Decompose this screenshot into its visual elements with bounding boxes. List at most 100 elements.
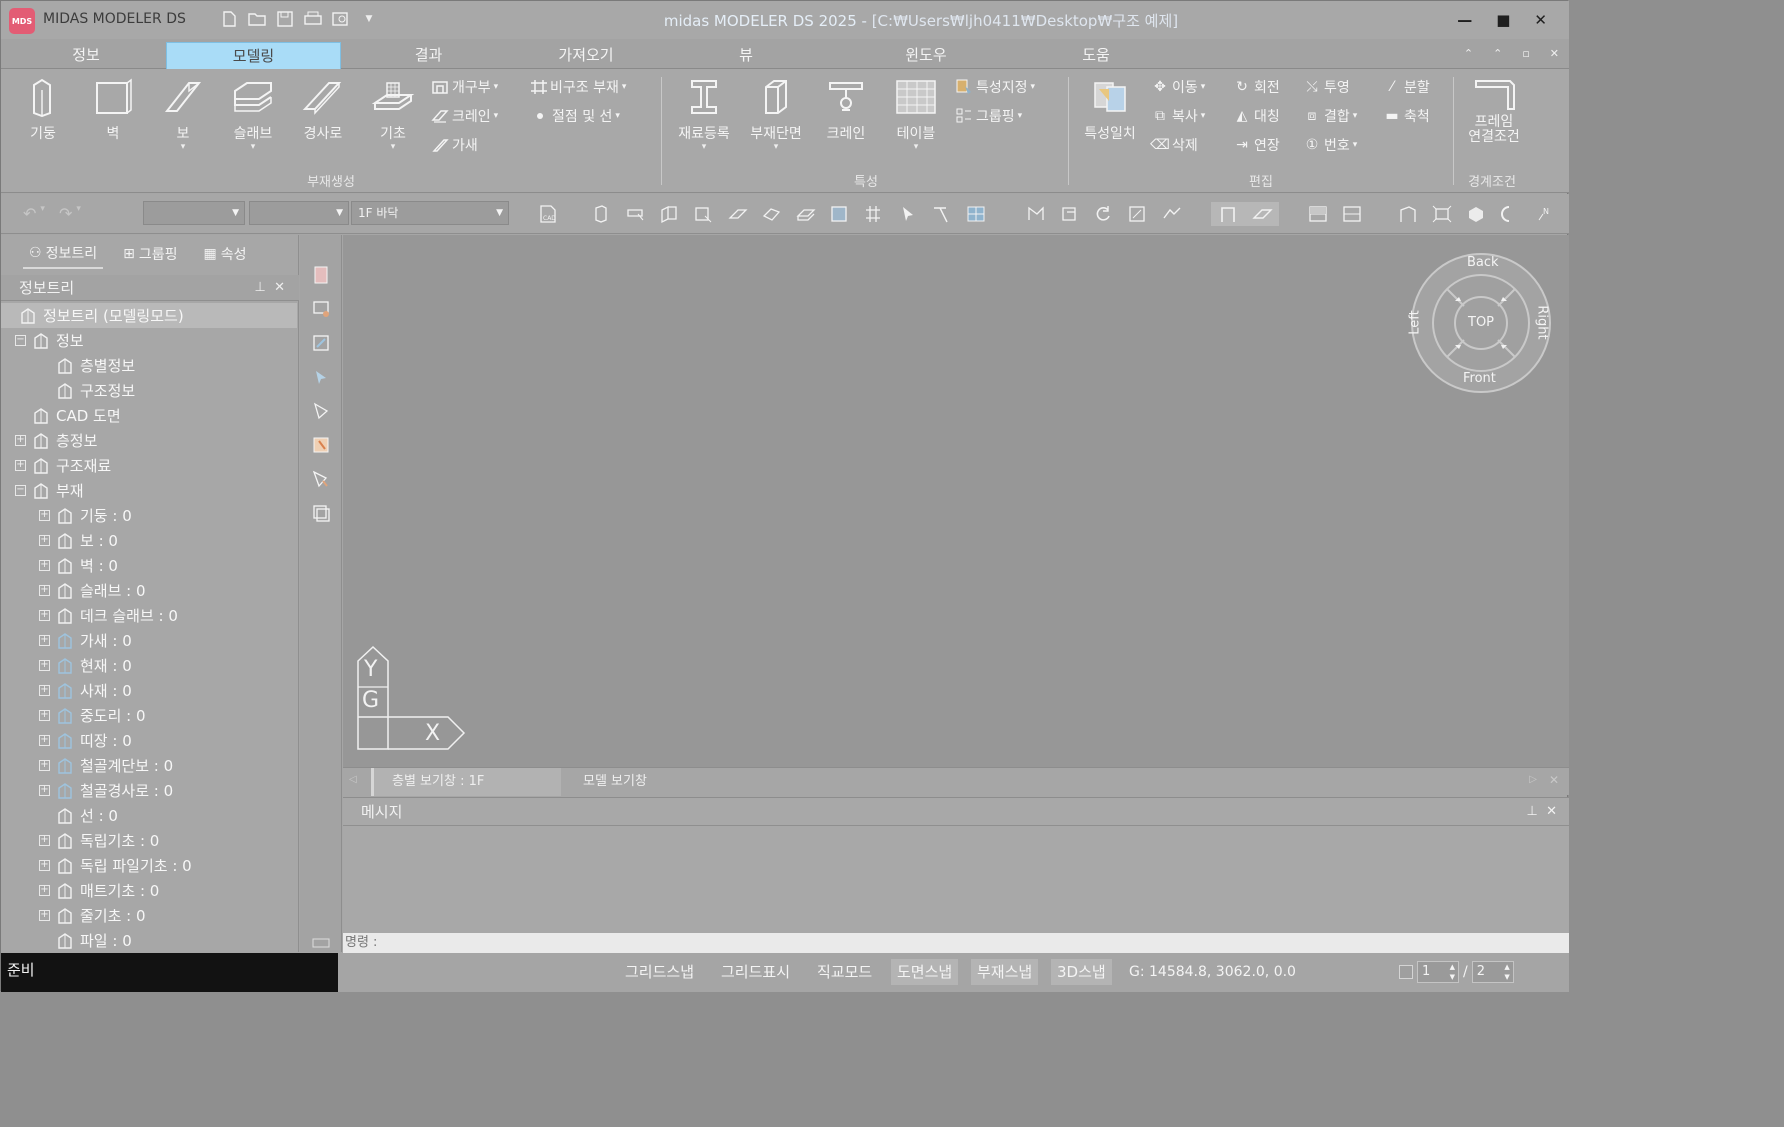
page-current-input[interactable]: 1 ▲ ▼ xyxy=(1417,961,1459,983)
floor-select[interactable]: 1F 바닥 ▼ xyxy=(351,201,509,225)
table-button[interactable]: 테이블 ▾ xyxy=(885,75,947,152)
ribbon-close-icon[interactable]: ✕ xyxy=(1550,47,1559,60)
member-snap-toggle[interactable]: 부재스냅 xyxy=(971,959,1039,985)
tab-view[interactable]: 뷰 xyxy=(671,42,821,70)
tree-item[interactable]: − 정보 xyxy=(15,328,84,353)
tree-item[interactable]: + 현재 : 0 xyxy=(39,653,132,678)
node-line-button[interactable]: 절점 및 선 ▾ xyxy=(531,106,620,126)
tree-item[interactable]: 파일 : 0 xyxy=(39,928,132,953)
tree-item[interactable]: + 독립기초 : 0 xyxy=(39,828,159,853)
beam-button[interactable]: 보 ▾ xyxy=(153,75,213,152)
tab-modeling[interactable]: 모델링 xyxy=(166,42,341,70)
open-folder-icon[interactable] xyxy=(247,9,267,29)
strip-cut-icon[interactable] xyxy=(309,467,333,491)
brace-button[interactable]: 가새 xyxy=(431,135,478,155)
tree-item[interactable]: 층별정보 xyxy=(39,353,135,378)
column-button[interactable]: 기둥 xyxy=(13,75,73,143)
select-line-icon[interactable] xyxy=(925,202,959,226)
expand-icon[interactable]: + xyxy=(39,760,50,771)
frame-connection-button[interactable]: 프레임 연결조건 xyxy=(1459,75,1529,145)
qat-customize-icon[interactable]: ▼ xyxy=(359,9,379,29)
tree-item[interactable]: + 띠장 : 0 xyxy=(39,728,132,753)
strip-frame-icon[interactable] xyxy=(309,297,333,321)
select-slab-icon[interactable] xyxy=(687,202,721,226)
zoom-window-icon[interactable] xyxy=(1121,202,1155,226)
expand-icon[interactable]: + xyxy=(39,535,50,546)
tab-info[interactable]: 정보 xyxy=(11,42,161,70)
select-node-icon[interactable] xyxy=(857,202,891,226)
tree-item[interactable]: + 벽 : 0 xyxy=(39,553,118,578)
merge-button[interactable]: ⧈ 결합 ▾ xyxy=(1303,106,1358,126)
strip-select-icon[interactable] xyxy=(309,331,333,355)
select-window-icon[interactable] xyxy=(823,202,857,226)
tree-item[interactable]: + 철골경사로 : 0 xyxy=(39,778,173,803)
tree-item[interactable]: 구조정보 xyxy=(39,378,135,403)
ramp-button[interactable]: 경사로 xyxy=(293,75,353,143)
ribbon-restore-icon[interactable]: ▫ xyxy=(1522,47,1529,60)
tree-item[interactable]: + 매트기초 : 0 xyxy=(39,878,159,903)
match-property-button[interactable]: 특성일치 xyxy=(1075,75,1145,143)
message-pin-icon[interactable]: ⊥ xyxy=(1527,804,1538,819)
expand-icon[interactable]: + xyxy=(39,685,50,696)
tree-item[interactable]: 선 : 0 xyxy=(39,803,118,828)
scale-button[interactable]: ▬ 축척 xyxy=(1383,106,1429,126)
split-horizontal-icon[interactable] xyxy=(1301,202,1335,226)
view-cube-top[interactable]: TOP xyxy=(1468,315,1494,330)
crane-small-button[interactable]: 크레인 ▾ xyxy=(431,106,498,126)
expand-icon[interactable]: + xyxy=(39,910,50,921)
move-button[interactable]: ✥ 이동 ▾ xyxy=(1151,77,1205,97)
drawing-snap-toggle[interactable]: 도면스냅 xyxy=(891,959,959,985)
expand-icon[interactable]: + xyxy=(39,860,50,871)
view-cube-front[interactable]: Front xyxy=(1463,371,1496,386)
panel-tab-property[interactable]: ▦ 속성 xyxy=(197,240,252,268)
select-grid-icon[interactable] xyxy=(959,202,993,226)
render-view-icon[interactable] xyxy=(1493,202,1527,226)
rotate-button[interactable]: ↻ 회전 xyxy=(1233,77,1280,97)
tab-import[interactable]: 가져오기 xyxy=(511,42,661,70)
tree-item[interactable]: + 기둥 : 0 xyxy=(39,503,132,528)
expand-icon[interactable]: + xyxy=(39,835,50,846)
expand-icon[interactable]: + xyxy=(39,885,50,896)
tab-help[interactable]: 도움 xyxy=(1021,42,1171,70)
strip-highlight-icon[interactable] xyxy=(309,433,333,457)
select-column-icon[interactable] xyxy=(585,202,619,226)
model-viewport[interactable]: Back Front TOP Left Right Y G X xyxy=(343,235,1569,767)
copy-button[interactable]: ⧉ 복사 ▾ xyxy=(1151,106,1205,126)
strip-sheet-icon[interactable] xyxy=(309,263,333,287)
grid-display-toggle[interactable]: 그리드표시 xyxy=(715,959,796,985)
maximize-icon[interactable]: ■ xyxy=(1496,11,1510,29)
minimize-icon[interactable]: — xyxy=(1457,11,1472,29)
solid-view-icon[interactable] xyxy=(1459,202,1493,226)
ribbon-pin-icon[interactable]: ⌃ xyxy=(1493,47,1502,60)
frame-view-icon[interactable] xyxy=(1391,202,1425,226)
tab-model-view[interactable]: 모델 보기창 xyxy=(565,768,755,796)
crane-button[interactable]: 크레인 xyxy=(815,75,877,143)
mirror-button[interactable]: ◭ 대칭 xyxy=(1233,106,1280,126)
collapse-icon[interactable]: − xyxy=(15,485,26,496)
ortho-mode-toggle[interactable]: 직교모드 xyxy=(811,959,878,985)
tab-floor-view[interactable]: 층별 보기창 : 1F xyxy=(371,768,561,796)
combo-2[interactable]: ▼ xyxy=(249,201,349,225)
divide-button[interactable]: ⁄ 분할 xyxy=(1383,77,1430,97)
select-pointer-icon[interactable] xyxy=(891,202,925,226)
panel-tab-grouping[interactable]: ⊞ 그룹핑 xyxy=(117,240,183,268)
view-cube-back[interactable]: Back xyxy=(1467,255,1499,270)
expand-icon[interactable]: + xyxy=(39,560,50,571)
tab-results[interactable]: 결과 xyxy=(346,42,511,70)
tree-item[interactable]: CAD 도면 xyxy=(15,403,121,428)
new-file-icon[interactable] xyxy=(219,9,239,29)
combo-1[interactable]: ▼ xyxy=(143,201,245,225)
refresh-icon[interactable] xyxy=(1087,202,1121,226)
command-line[interactable]: 명령 : xyxy=(343,933,1569,953)
wall-button[interactable]: 벽 xyxy=(83,75,143,143)
expand-icon[interactable]: + xyxy=(39,610,50,621)
print-icon[interactable] xyxy=(303,9,323,29)
tree-item[interactable]: + 줄기초 : 0 xyxy=(39,903,146,928)
tree-item[interactable]: + 구조재료 xyxy=(15,453,111,478)
slab-button[interactable]: 슬래브 ▾ xyxy=(223,75,283,152)
opening-button[interactable]: 개구부 ▾ xyxy=(431,77,498,97)
cad-icon[interactable]: CAD xyxy=(531,202,565,226)
page-checkbox[interactable] xyxy=(1399,965,1413,979)
view-cube-right[interactable]: Right xyxy=(1535,305,1550,339)
panel-close-icon[interactable]: ✕ xyxy=(274,280,285,295)
